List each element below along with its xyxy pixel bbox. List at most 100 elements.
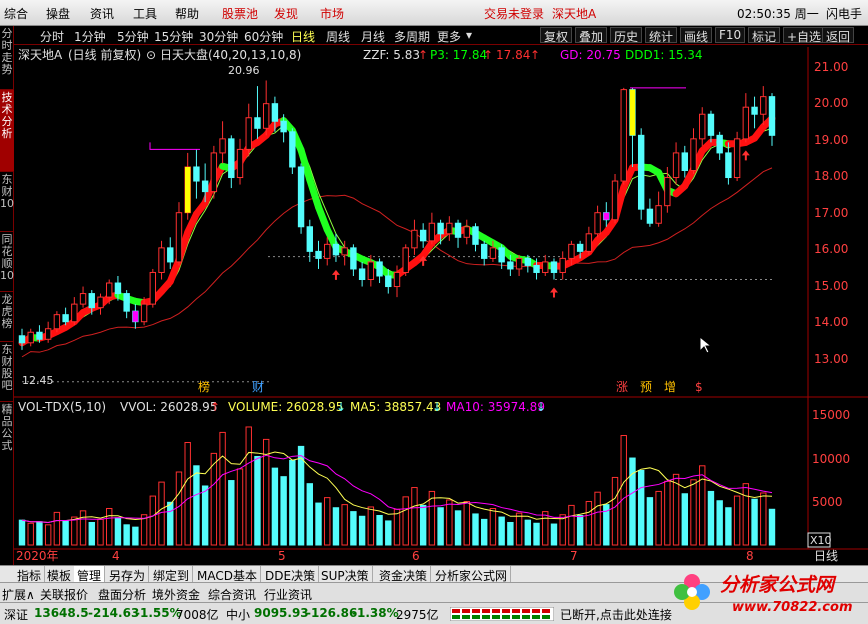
tab-sup[interactable]: SUP决策	[318, 566, 373, 583]
candle-body	[385, 275, 392, 288]
candle-body	[542, 261, 549, 273]
period-label: 日线	[814, 549, 838, 563]
tab-fund[interactable]: 资金决策	[376, 566, 432, 583]
sz-value: 13648.5	[34, 606, 89, 620]
flash-trade[interactable]: 闪电手	[826, 5, 862, 22]
tab-news[interactable]: 综合资讯	[208, 586, 256, 603]
tab-macd[interactable]: MACD基本	[194, 566, 261, 583]
gear-icon[interactable]: ⊙	[146, 48, 156, 62]
f10-button[interactable]: F10	[715, 27, 746, 43]
period-more[interactable]: 更多	[437, 28, 461, 45]
index-params: 日天大盘(40,20,13,10,8)	[160, 47, 301, 62]
menu-bangzhu[interactable]: 帮助	[175, 5, 199, 22]
zx-change: -126.86	[306, 606, 358, 620]
overlay-button[interactable]: 叠加	[575, 27, 608, 44]
kline-chart[interactable]: 深天地A (日线 前复权) ⊙ 日天大盘(40,20,13,10,8) ZZF:…	[0, 45, 868, 565]
candle-body	[332, 243, 340, 256]
tab-related-quote[interactable]: 关联报价	[40, 586, 88, 603]
zx-label: 中小	[226, 608, 251, 622]
volume-bar	[167, 501, 174, 546]
period-monthly[interactable]: 月线	[361, 28, 385, 45]
period-5min[interactable]: 5分钟	[117, 28, 149, 45]
volume-bar	[315, 502, 322, 546]
price-tick: 19.00	[814, 133, 848, 147]
candle-body	[123, 293, 130, 312]
candle-body	[419, 229, 427, 242]
period-15min[interactable]: 15分钟	[154, 28, 193, 45]
bang-marker[interactable]: 榜	[198, 379, 210, 394]
tab-template[interactable]: 模板	[44, 566, 76, 583]
tab-indicator[interactable]: 指标	[14, 566, 46, 583]
signal-candle	[603, 212, 610, 220]
chevron-down-icon[interactable]: ▾	[466, 28, 472, 42]
back-button[interactable]: 返回	[822, 27, 855, 44]
mark-button[interactable]: 标记	[748, 27, 781, 44]
candle-body	[594, 212, 601, 235]
candle-body	[637, 134, 645, 210]
tab-industry-news[interactable]: 行业资讯	[264, 586, 312, 603]
candle-body	[62, 314, 69, 323]
volume-bar	[716, 500, 723, 546]
tab-board-analysis[interactable]: 盘面分析	[98, 586, 146, 603]
period-1min[interactable]: 1分钟	[74, 28, 106, 45]
cai-marker[interactable]: 财	[252, 380, 264, 394]
candle-body	[428, 222, 436, 242]
period-multi[interactable]: 多周期	[394, 28, 430, 45]
price-tick: 14.00	[814, 315, 848, 329]
menu-zixun[interactable]: 资讯	[90, 5, 114, 22]
menu-zonghe[interactable]: 综合	[4, 5, 28, 22]
login-status[interactable]: 交易未登录	[484, 5, 544, 22]
menu-discover[interactable]: 发现	[274, 5, 298, 22]
candle-body	[576, 243, 584, 252]
volume-bar	[419, 504, 427, 546]
period-fenshi[interactable]: 分时	[40, 28, 64, 45]
tab-foreign-fund[interactable]: 境外资金	[152, 586, 200, 603]
stats-button[interactable]: 统计	[645, 27, 678, 44]
tab-manage[interactable]: 管理	[74, 566, 106, 583]
volume-bar	[114, 517, 122, 546]
flower-logo-icon	[674, 574, 710, 610]
candle-body	[568, 243, 575, 259]
tab-fxj[interactable]: 分析家公式网	[432, 566, 512, 583]
period-30min[interactable]: 30分钟	[199, 28, 238, 45]
period-weekly[interactable]: 周线	[326, 28, 350, 45]
candle-body	[611, 180, 619, 221]
volume-bar	[664, 480, 671, 546]
sz-pct: -1.55%	[135, 606, 182, 620]
tab-bind[interactable]: 绑定到	[150, 566, 194, 583]
draw-button[interactable]: 画线	[680, 27, 713, 44]
add-watchlist-button[interactable]: +自选	[783, 27, 826, 44]
vol-tick: 5000	[812, 495, 843, 509]
candle-body	[411, 229, 418, 249]
candle-body	[481, 243, 488, 259]
menu-caopan[interactable]: 操盘	[46, 5, 70, 22]
candle-body	[402, 247, 409, 273]
fuquan-button[interactable]: 复权	[540, 27, 573, 44]
period-daily[interactable]: 日线	[291, 28, 315, 45]
period-60min[interactable]: 60分钟	[244, 28, 283, 45]
zhang-marker[interactable]: 涨	[616, 379, 628, 394]
yu-marker[interactable]: 预	[640, 380, 652, 394]
sz-label: 深证	[4, 608, 29, 622]
candle-body	[158, 247, 165, 273]
candle-body	[498, 247, 505, 263]
volume-bar	[725, 507, 732, 546]
volume-bar	[454, 510, 462, 546]
volume-bar	[88, 521, 95, 546]
candle-body	[655, 205, 662, 224]
volume-bar	[79, 510, 87, 546]
zeng-marker[interactable]: 增	[664, 380, 676, 394]
tab-save-as[interactable]: 另存为	[106, 566, 150, 583]
tab-dde[interactable]: DDE决策	[262, 566, 320, 583]
volume-bar	[219, 431, 226, 546]
menu-market[interactable]: 市场	[320, 5, 344, 22]
volume-bar	[760, 492, 767, 546]
menu-stock-pool[interactable]: 股票池	[222, 5, 258, 22]
history-button[interactable]: 历史	[610, 27, 643, 44]
expand-button[interactable]: 扩展∧	[2, 586, 35, 603]
volume-bar	[123, 524, 130, 546]
dollar-marker[interactable]: $	[695, 380, 703, 394]
menu-gongju[interactable]: 工具	[133, 5, 157, 22]
connection-status[interactable]: 已断开,点击此处连接	[560, 606, 672, 623]
volume-bar	[18, 519, 26, 546]
